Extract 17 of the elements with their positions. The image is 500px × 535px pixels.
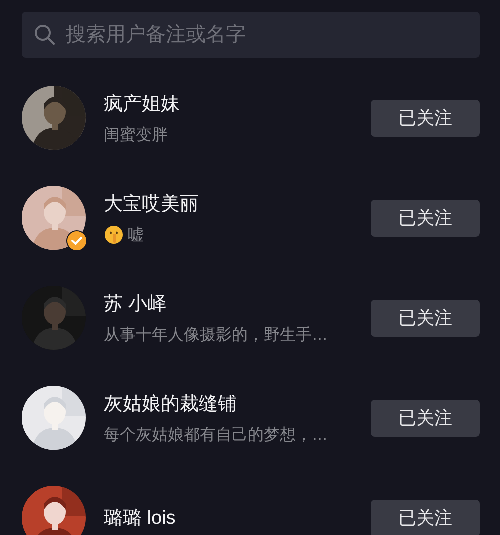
search-field[interactable]: 搜索用户备注或名字 [22, 12, 480, 58]
user-name: 大宝哎美丽 [104, 192, 200, 216]
user-bio: 从事十年人像摄影的，野生手… [104, 326, 328, 346]
user-name: 疯产姐妹 [104, 92, 181, 116]
user-bio: 嘘 [128, 226, 144, 246]
user-bio: 闺蜜变胖 [104, 125, 168, 146]
search-input[interactable]: 搜索用户备注或名字 [66, 24, 468, 46]
user-name: 灰姑娘的裁缝铺 [104, 392, 238, 416]
user-bio: 每个灰姑娘都有自己的梦想，… [104, 426, 328, 446]
following-button[interactable]: 已关注 [371, 400, 480, 436]
user-name: 璐璐 lois [104, 507, 177, 531]
following-button[interactable]: 已关注 [371, 500, 480, 535]
following-button[interactable]: 已关注 [371, 200, 480, 236]
following-button[interactable]: 已关注 [371, 300, 480, 336]
user-name: 苏 小峄 [104, 292, 168, 316]
search-icon [34, 24, 56, 46]
following-button[interactable]: 已关注 [371, 100, 480, 136]
